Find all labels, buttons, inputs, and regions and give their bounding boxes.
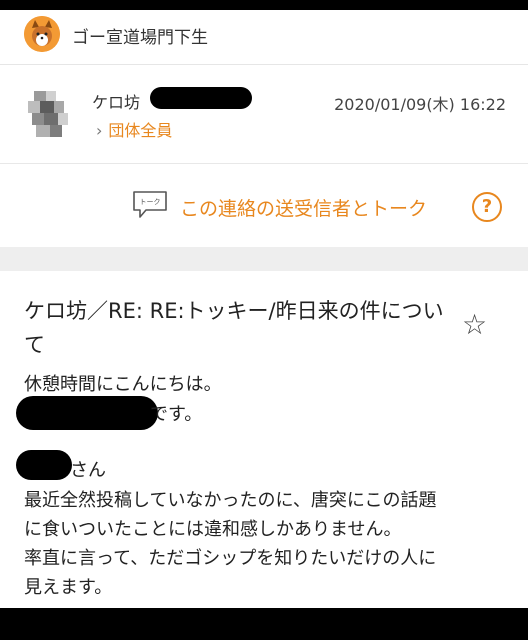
redaction-mark xyxy=(16,396,158,430)
navigation-bar xyxy=(0,608,528,640)
sender-row: ケロ坊 › 団体全員 2020/01/09(木) 16:22 xyxy=(0,65,528,164)
chat-bubble-icon: トーク xyxy=(133,191,167,218)
group-avatar[interactable] xyxy=(24,16,60,52)
section-divider xyxy=(0,247,528,271)
chat-bubble-icon-label: トーク xyxy=(140,198,161,206)
redaction-mark xyxy=(150,87,252,109)
shiba-dog-icon xyxy=(24,16,60,52)
message-line: さん xyxy=(70,460,106,481)
status-bar xyxy=(0,0,528,10)
message-line: 率直に言って、ただゴシップを知りたいだけの人に xyxy=(24,548,437,569)
message-date: 2020/01/09(木) 16:22 xyxy=(334,95,506,114)
redaction-mark xyxy=(16,450,72,480)
message-line: 見えます。 xyxy=(24,577,113,598)
sender-avatar[interactable] xyxy=(24,87,74,143)
star-outline-icon[interactable]: ☆ xyxy=(462,308,487,341)
message-subject: ケロ坊／RE: RE:トッキー/昨日来の件について xyxy=(24,299,444,357)
blurred-avatar-icon xyxy=(24,87,74,143)
message-line: 休憩時間にこんにちは。 xyxy=(24,374,222,395)
recipient-group-link[interactable]: › 団体全員 xyxy=(96,117,172,141)
sender-name[interactable]: ケロ坊 xyxy=(92,89,140,113)
message-line: に食いついたことには違和感しかありません。 xyxy=(24,519,402,540)
group-name[interactable]: ゴー宣道場門下生 xyxy=(72,23,208,48)
group-header: ゴー宣道場門下生 xyxy=(0,10,528,65)
help-icon[interactable]: ? xyxy=(472,192,502,222)
message-line: です。 xyxy=(150,404,203,425)
recipient-group-label: 団体全員 xyxy=(108,121,173,140)
message-line: 最近全然投稿していなかったのに、唐突にこの話題 xyxy=(24,490,437,511)
talk-row[interactable]: トーク この連絡の送受信者とトーク ? xyxy=(0,164,528,246)
talk-link[interactable]: この連絡の送受信者とトーク xyxy=(180,194,427,221)
chevron-right-icon: › xyxy=(96,121,103,140)
